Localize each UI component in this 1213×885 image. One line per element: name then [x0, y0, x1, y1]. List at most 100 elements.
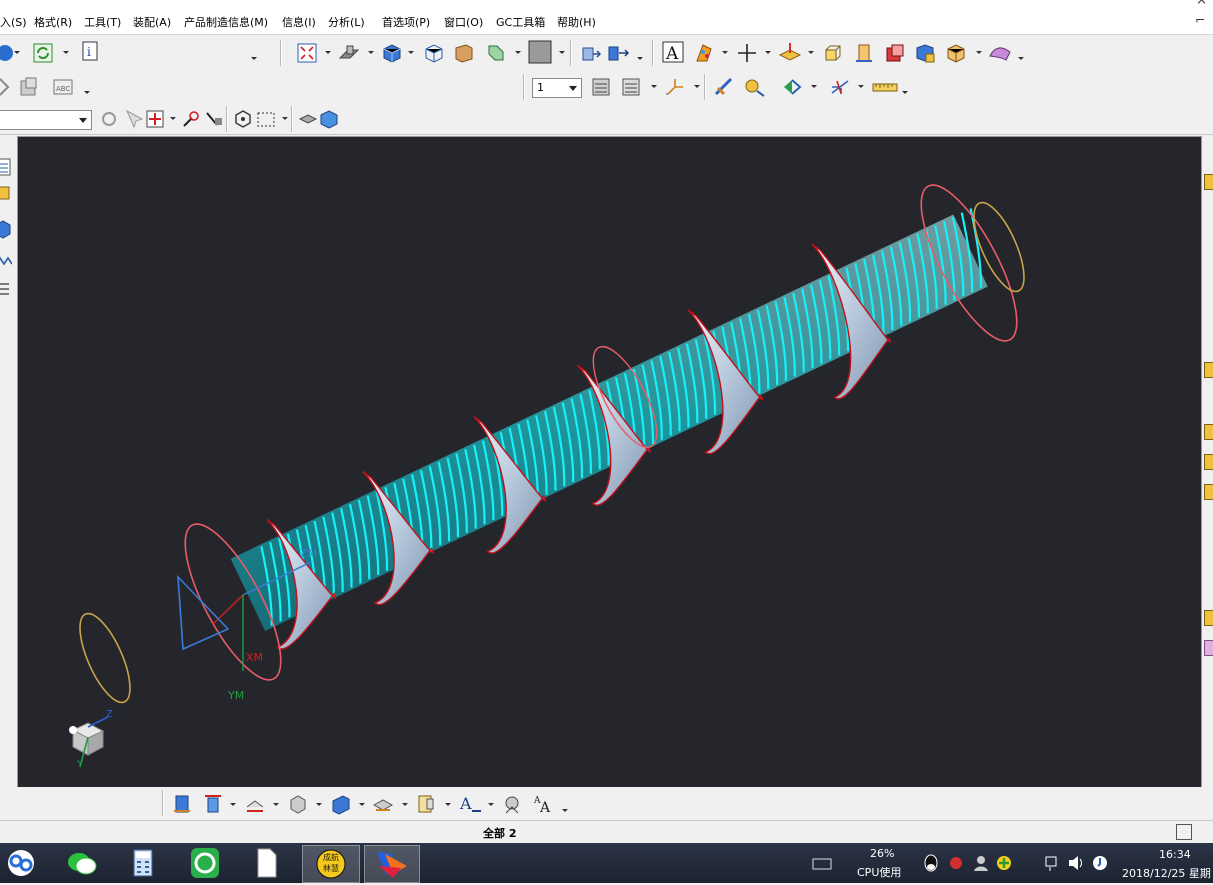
- roles-icon[interactable]: [1204, 174, 1213, 190]
- clipping-plane-icon[interactable]: [485, 42, 507, 64]
- move-to-layer-icon[interactable]: [620, 76, 642, 98]
- sketch-icon[interactable]: [0, 76, 12, 98]
- user-icon[interactable]: [971, 845, 991, 881]
- fit-view-icon[interactable]: [296, 42, 318, 64]
- snap-point-icon[interactable]: [781, 76, 803, 98]
- boolean-icon[interactable]: [884, 42, 906, 64]
- menu-help[interactable]: 帮助(H): [557, 14, 596, 30]
- chevron-down-icon[interactable]: [63, 51, 69, 54]
- break-view-icon[interactable]: [330, 793, 352, 815]
- view-orient-icon[interactable]: [580, 42, 602, 64]
- background-color-icon[interactable]: [528, 40, 552, 64]
- menu-analysis[interactable]: 分析(L): [328, 14, 365, 30]
- measure-body-icon[interactable]: [743, 76, 765, 98]
- snap-center-icon[interactable]: [232, 108, 254, 130]
- menu-window[interactable]: 窗口(O): [444, 14, 483, 30]
- chevron-down-icon[interactable]: [722, 51, 728, 54]
- chevron-down-icon[interactable]: [408, 51, 414, 54]
- pick-icon[interactable]: [180, 108, 202, 130]
- font-size-icon[interactable]: AA: [532, 793, 554, 816]
- update-icon[interactable]: [1090, 845, 1110, 881]
- navigator-icon[interactable]: [0, 156, 12, 178]
- chevron-down-icon[interactable]: [445, 803, 451, 806]
- qq-icon[interactable]: [921, 845, 941, 881]
- close-icon[interactable]: ×: [1196, 0, 1207, 8]
- general-filter-icon[interactable]: [98, 108, 120, 130]
- hatch-icon[interactable]: [372, 793, 394, 815]
- volume-icon[interactable]: [1066, 845, 1086, 881]
- add-app-icon[interactable]: [994, 845, 1014, 881]
- deselect-icon[interactable]: [203, 108, 225, 130]
- menu-pmi[interactable]: 产品制造信息(M): [184, 14, 268, 30]
- wechat-icon[interactable]: [63, 845, 101, 881]
- chevron-down-icon[interactable]: [569, 86, 577, 91]
- chevron-down-icon[interactable]: [651, 85, 657, 88]
- fullscreen-icon[interactable]: [1176, 824, 1192, 840]
- surface-icon[interactable]: [988, 42, 1011, 64]
- window-menu-icon[interactable]: ⌐: [1195, 13, 1205, 27]
- chevron-down-icon[interactable]: [902, 91, 908, 94]
- chevron-down-icon[interactable]: [282, 117, 288, 120]
- info-icon[interactable]: i: [80, 40, 102, 62]
- web-browser-icon[interactable]: [1204, 454, 1213, 470]
- layer-settings-icon[interactable]: [590, 76, 612, 98]
- system-scene-icon[interactable]: [1204, 362, 1213, 378]
- dimension-icon[interactable]: [829, 76, 851, 98]
- chevron-down-icon[interactable]: [14, 51, 20, 54]
- chevron-down-icon[interactable]: [637, 57, 643, 60]
- feature-select-icon[interactable]: [144, 108, 166, 130]
- palette-icon[interactable]: [1204, 424, 1213, 440]
- menu-insert[interactable]: 入(S): [0, 14, 27, 30]
- measure-distance-icon[interactable]: [713, 76, 735, 98]
- section-view-icon[interactable]: [453, 42, 475, 64]
- work-layer-select[interactable]: 1: [532, 78, 582, 98]
- view-set-icon[interactable]: [607, 42, 630, 64]
- datum-plane-icon[interactable]: [778, 41, 802, 63]
- chevron-down-icon[interactable]: [515, 51, 521, 54]
- symbol-icon[interactable]: [501, 793, 523, 815]
- menu-gc-toolbox[interactable]: GC工具箱: [496, 14, 545, 30]
- document-icon[interactable]: [247, 845, 285, 881]
- select-icon[interactable]: [124, 108, 146, 130]
- network-icon[interactable]: [1042, 845, 1062, 881]
- chevron-down-icon[interactable]: [562, 809, 568, 812]
- chevron-down-icon[interactable]: [765, 51, 771, 54]
- drafting-view-icon[interactable]: [171, 793, 193, 815]
- graphics-window[interactable]: ZM XM YM Z Y: [17, 136, 1202, 788]
- baidu-netdisk-icon[interactable]: [2, 845, 40, 881]
- menu-assembly[interactable]: 装配(A): [133, 14, 171, 30]
- chevron-down-icon[interactable]: [858, 85, 864, 88]
- reuse-library-icon[interactable]: [0, 248, 13, 270]
- ruler-icon[interactable]: [872, 76, 898, 98]
- detail-view-icon[interactable]: [287, 793, 309, 815]
- library-icon[interactable]: [1204, 610, 1213, 626]
- pattern-icon[interactable]: [945, 42, 967, 64]
- drafting-icon[interactable]: ABC: [52, 76, 74, 98]
- chevron-down-icon[interactable]: [79, 118, 87, 123]
- security-app-icon[interactable]: [186, 845, 224, 881]
- pmi-icon[interactable]: [18, 76, 40, 98]
- chevron-down-icon[interactable]: [1018, 57, 1024, 60]
- render-style-icon[interactable]: [338, 42, 360, 64]
- shaded-cube-icon[interactable]: [381, 42, 403, 64]
- chevron-down-icon[interactable]: [84, 91, 90, 94]
- assembly-navigator-icon[interactable]: [0, 182, 12, 204]
- nx-app-icon[interactable]: [364, 845, 420, 883]
- materials-icon[interactable]: [1204, 640, 1213, 656]
- menu-tools[interactable]: 工具(T): [84, 14, 121, 30]
- chevron-down-icon[interactable]: [808, 51, 814, 54]
- rectangle-select-icon[interactable]: [255, 108, 277, 130]
- wireframe-cube-icon[interactable]: [423, 42, 445, 64]
- chevron-down-icon[interactable]: [170, 117, 176, 120]
- section-line-icon[interactable]: [244, 793, 266, 815]
- type-filter-select[interactable]: [0, 110, 92, 130]
- chevron-down-icon[interactable]: [251, 57, 257, 60]
- hide-icon[interactable]: [297, 108, 319, 130]
- table-note-icon[interactable]: [415, 793, 437, 815]
- shell-icon[interactable]: [914, 42, 936, 64]
- refresh-icon[interactable]: [32, 42, 54, 64]
- chevron-down-icon[interactable]: [273, 803, 279, 806]
- keyboard-icon[interactable]: [810, 845, 836, 881]
- extrude-icon[interactable]: [822, 42, 844, 64]
- part-navigator-icon[interactable]: [0, 218, 12, 240]
